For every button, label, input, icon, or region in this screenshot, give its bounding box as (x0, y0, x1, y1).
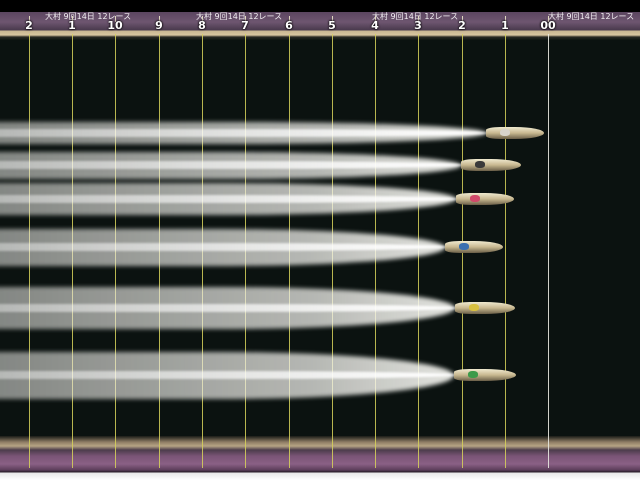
race-video-frame: 大村 9回14日 12レース 大村 9回14日 12レース 大村 9回14日 1… (0, 0, 640, 480)
distance-marker-label: 10 (107, 19, 123, 32)
boat-cockpit (459, 243, 469, 250)
distance-marker-label: 2 (458, 19, 466, 32)
distance-marker-label: 5 (328, 19, 336, 32)
boat-wake-core (0, 195, 460, 203)
boat-3 (456, 193, 514, 205)
boat-cockpit (469, 304, 479, 311)
distance-marker-label: 8 (198, 19, 206, 32)
distance-marker-line (505, 34, 506, 468)
boat-wake-core (0, 161, 465, 169)
boat-6 (454, 369, 516, 381)
distance-marker-label: 00 (540, 19, 556, 32)
distance-marker-label: 7 (241, 19, 249, 32)
distance-marker-label: 6 (285, 19, 293, 32)
boat-4 (445, 241, 503, 253)
distance-marker-label: 1 (501, 19, 509, 32)
distance-marker-label: 3 (414, 19, 422, 32)
distance-marker-label: 2 (25, 19, 33, 32)
distance-marker-label: 9 (155, 19, 163, 32)
boat-cockpit (470, 195, 480, 202)
boat-cockpit (475, 161, 485, 168)
boat-1 (486, 127, 544, 139)
boat-wake-core (0, 243, 449, 251)
distance-marker-label: 1 (68, 19, 76, 32)
boat-wake-core (0, 304, 459, 312)
boat-cockpit (468, 371, 478, 378)
boat-cockpit (500, 129, 510, 136)
distance-marker-label: 4 (371, 19, 379, 32)
boat-wake-core (0, 371, 458, 379)
boat-wake-core (0, 129, 490, 137)
boat-5 (455, 302, 515, 314)
bottom-course-band (0, 436, 640, 480)
distance-marker-line (548, 34, 549, 468)
boat-2 (461, 159, 521, 171)
